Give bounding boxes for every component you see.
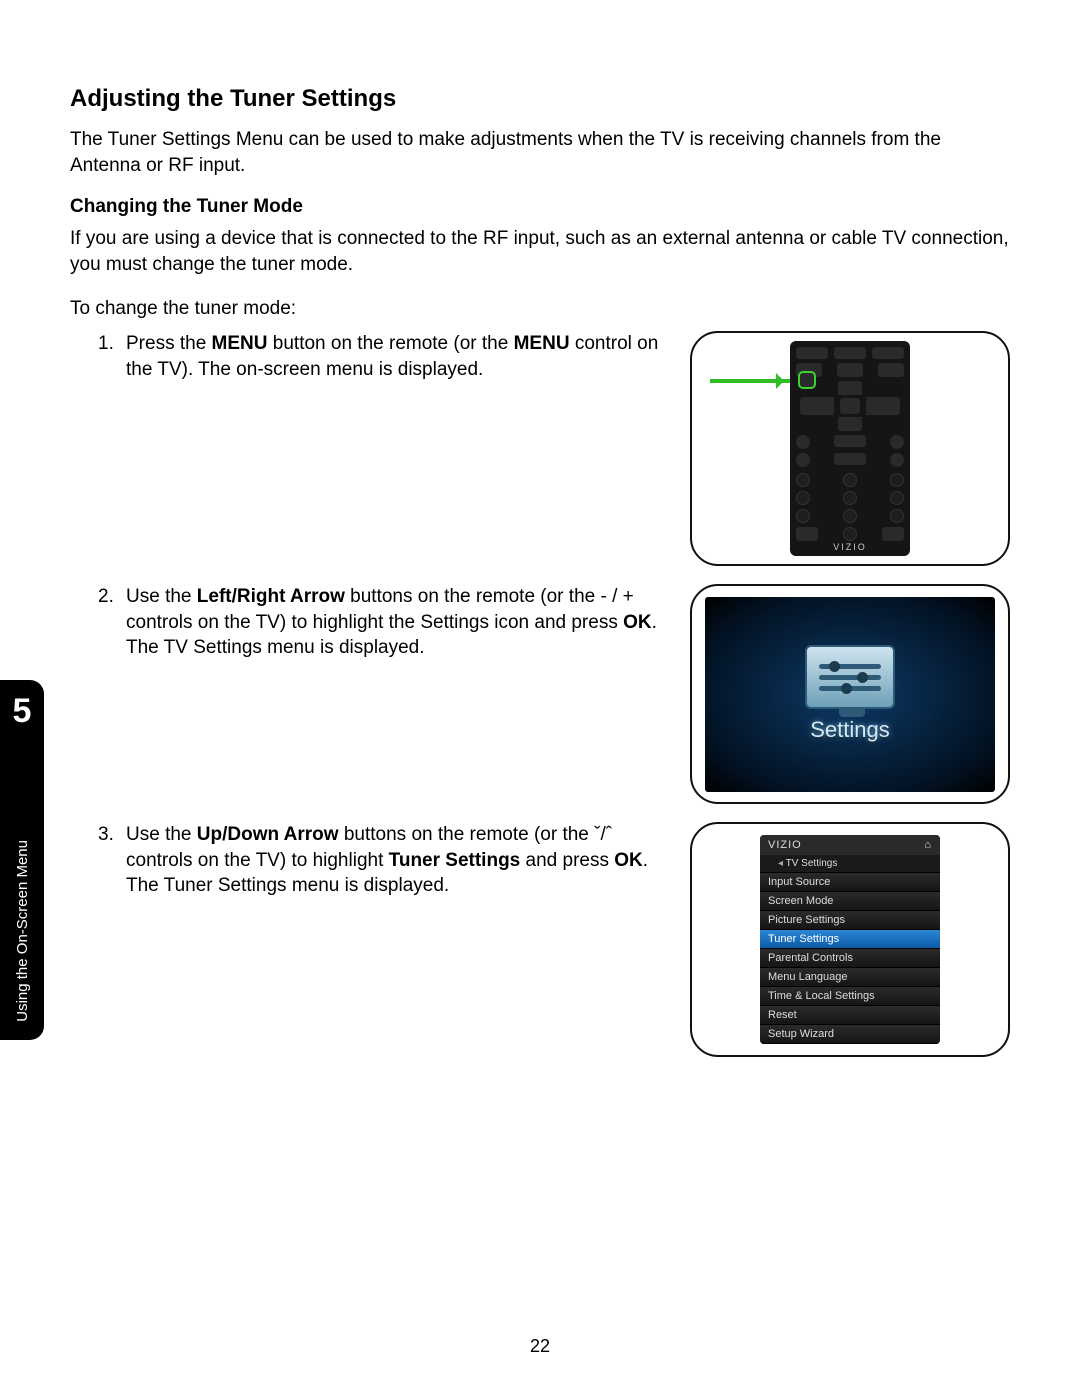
tv-menu-item: Reset [760,1006,940,1025]
step-body: Use the Up/Down Arrow buttons on the rem… [126,822,670,899]
settings-label: Settings [810,717,890,743]
step-3: 3. Use the Up/Down Arrow buttons on the … [70,822,670,899]
chapter-label: Using the On-Screen Menu [14,840,31,1022]
figure-tv-menu: VIZIO ⌂ TV Settings Input SourceScreen M… [690,822,1010,1057]
step-body: Press the MENU button on the remote (or … [126,331,670,382]
step-2: 2. Use the Left/Right Arrow buttons on t… [70,584,670,661]
subsection-body: If you are using a device that is connec… [70,226,1010,277]
step-1: 1. Press the MENU button on the remote (… [70,331,670,382]
section-heading: Adjusting the Tuner Settings [70,85,1010,113]
settings-sliders-icon [805,645,895,709]
tv-menu-item: Input Source [760,873,940,892]
tv-menu-item: Parental Controls [760,949,940,968]
menu-breadcrumb: TV Settings [760,855,940,873]
tv-menu-item: Setup Wizard [760,1025,940,1044]
remote-illustration: VIZIO [790,341,910,556]
tv-menu-item: Picture Settings [760,911,940,930]
tv-menu-item: Menu Language [760,968,940,987]
page-number: 22 [0,1336,1080,1357]
chapter-number: 5 [13,692,32,731]
step-number: 2. [98,584,116,661]
dpad-icon [800,381,900,431]
step-number: 1. [98,331,116,382]
chapter-side-tab: 5 Using the On-Screen Menu [0,680,44,1040]
remote-brand-label: VIZIO [790,542,910,552]
subsection-heading: Changing the Tuner Mode [70,196,1010,218]
tv-settings-menu: VIZIO ⌂ TV Settings Input SourceScreen M… [760,835,940,1044]
step-body: Use the Left/Right Arrow buttons on the … [126,584,670,661]
home-icon: ⌂ [924,839,932,851]
step-number: 3. [98,822,116,899]
tv-menu-item: Time & Local Settings [760,987,940,1006]
lead-in: To change the tuner mode: [70,296,1010,322]
menu-brand: VIZIO [768,839,802,851]
figure-settings-screen: Settings [690,584,1010,804]
tv-menu-item: Tuner Settings [760,930,940,949]
section-intro: The Tuner Settings Menu can be used to m… [70,127,1010,178]
arrow-indicator-icon [710,379,790,383]
tv-menu-item: Screen Mode [760,892,940,911]
figure-remote: VIZIO [690,331,1010,566]
